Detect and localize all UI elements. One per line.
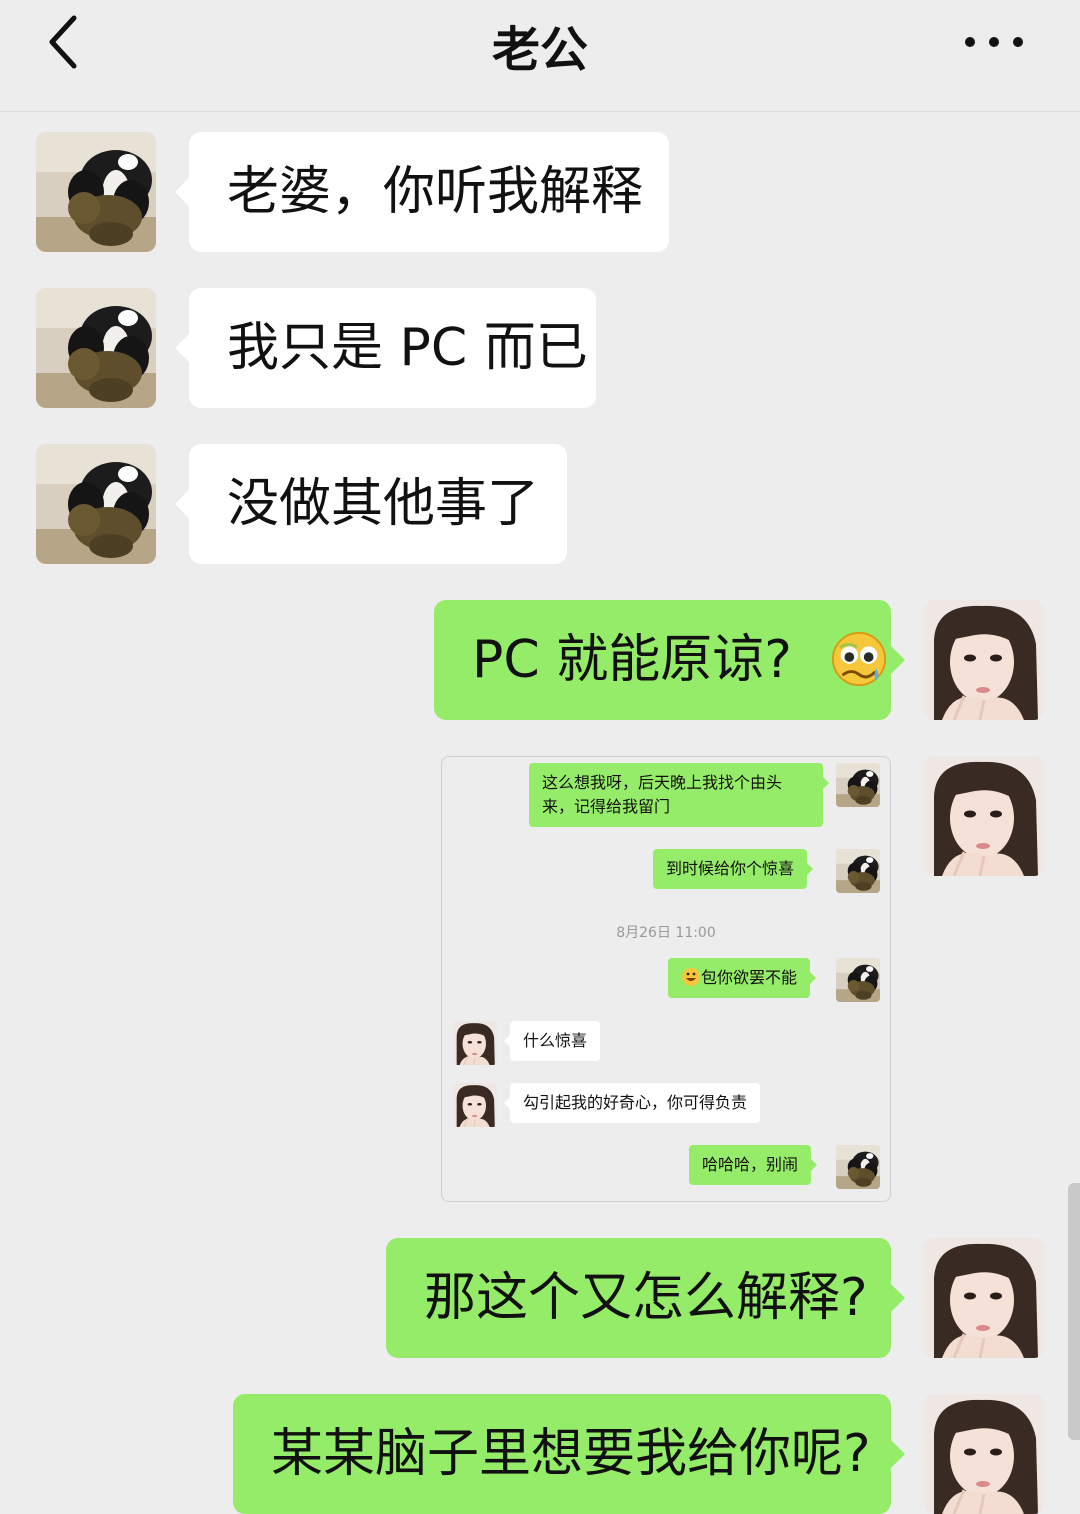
chat-title: 老公: [491, 22, 588, 78]
woozy-face-icon: [832, 631, 887, 687]
message-text: 老婆，你听我解释: [227, 162, 644, 222]
outgoing-message-bubble[interactable]: 那这个又怎么解释?: [386, 1238, 905, 1358]
girl-avatar-image: [924, 756, 1044, 876]
screenshot-incoming-bubble: 勾引起我的好奇心，你可得负责: [503, 1083, 761, 1123]
screenshot-message-line: 来，记得给我留门: [542, 797, 671, 816]
screenshot-girl-avatar: [453, 1021, 497, 1065]
contact-avatar[interactable]: [36, 288, 156, 408]
more-dots-icon: [965, 37, 1023, 47]
my-avatar[interactable]: [924, 1394, 1044, 1514]
contact-avatar[interactable]: [36, 132, 156, 252]
screenshot-outgoing-bubble: 到时候给你个惊喜: [653, 849, 814, 889]
message-text: 那这个又怎么解释?: [424, 1268, 868, 1328]
girl-avatar-image: [924, 600, 1044, 720]
my-avatar[interactable]: [924, 756, 1044, 876]
message-text: 某某脑子里想要我给你呢?: [271, 1424, 871, 1484]
scrollbar[interactable]: [1068, 1183, 1080, 1440]
incoming-message-bubble[interactable]: 没做其他事了: [175, 444, 567, 564]
incoming-message-bubble[interactable]: 我只是 PC 而已: [175, 288, 596, 408]
dog-avatar-image: [36, 444, 156, 564]
screenshot-dog-avatar: [836, 849, 880, 893]
outgoing-message-bubble[interactable]: 某某脑子里想要我给你呢?: [233, 1394, 905, 1514]
contact-avatar[interactable]: [36, 444, 156, 564]
my-avatar[interactable]: [924, 1238, 1044, 1358]
dog-avatar-image: [36, 132, 156, 252]
dog-avatar-image: [36, 288, 156, 408]
screenshot-girl-avatar: [453, 1083, 497, 1127]
more-options-button[interactable]: [960, 22, 1032, 62]
message-text: 没做其他事了: [227, 474, 540, 534]
girl-avatar-image: [924, 1238, 1044, 1358]
outgoing-message-bubble[interactable]: PC 就能原谅?: [434, 600, 905, 720]
screenshot-outgoing-bubble: 哈哈哈，别闹: [689, 1145, 818, 1185]
screenshot-message-line: 这么想我呀，后天晚上我找个由头: [542, 773, 783, 792]
screenshot-message-text: 勾引起我的好奇心，你可得负责: [523, 1093, 748, 1112]
message-text: PC 就能原谅?: [472, 630, 792, 690]
screenshot-timestamp: 8月26日 11:00: [616, 925, 716, 941]
screenshot-outgoing-bubble: 这么想我呀，后天晚上我找个由头 来，记得给我留门: [529, 763, 829, 827]
screenshot-message-text: 什么惊喜: [523, 1031, 588, 1050]
message-text: 我只是 PC 而已: [227, 318, 588, 378]
girl-avatar-image: [924, 1394, 1044, 1514]
screenshot-message-text: 到时候给你个惊喜: [666, 859, 795, 878]
screenshot-message-text: 包你欲罢不能: [701, 968, 798, 987]
screenshot-message-text: 哈哈哈，别闹: [702, 1155, 799, 1174]
screenshot-dog-avatar: [836, 958, 880, 1002]
my-avatar[interactable]: [924, 600, 1044, 720]
chat-header: 老公: [0, 0, 1080, 112]
screenshot-outgoing-bubble: 包你欲罢不能: [668, 958, 817, 998]
screenshot-incoming-bubble: 什么惊喜: [503, 1021, 601, 1061]
chat-screenshot-image[interactable]: 这么想我呀，后天晚上我找个由头 来，记得给我留门 到时候给你个惊喜 8月26日 …: [441, 756, 891, 1202]
screenshot-dog-avatar: [836, 1145, 880, 1189]
grinning-face-icon: [682, 968, 700, 986]
screenshot-dog-avatar: [836, 763, 880, 807]
incoming-message-bubble[interactable]: 老婆，你听我解释: [175, 132, 669, 252]
